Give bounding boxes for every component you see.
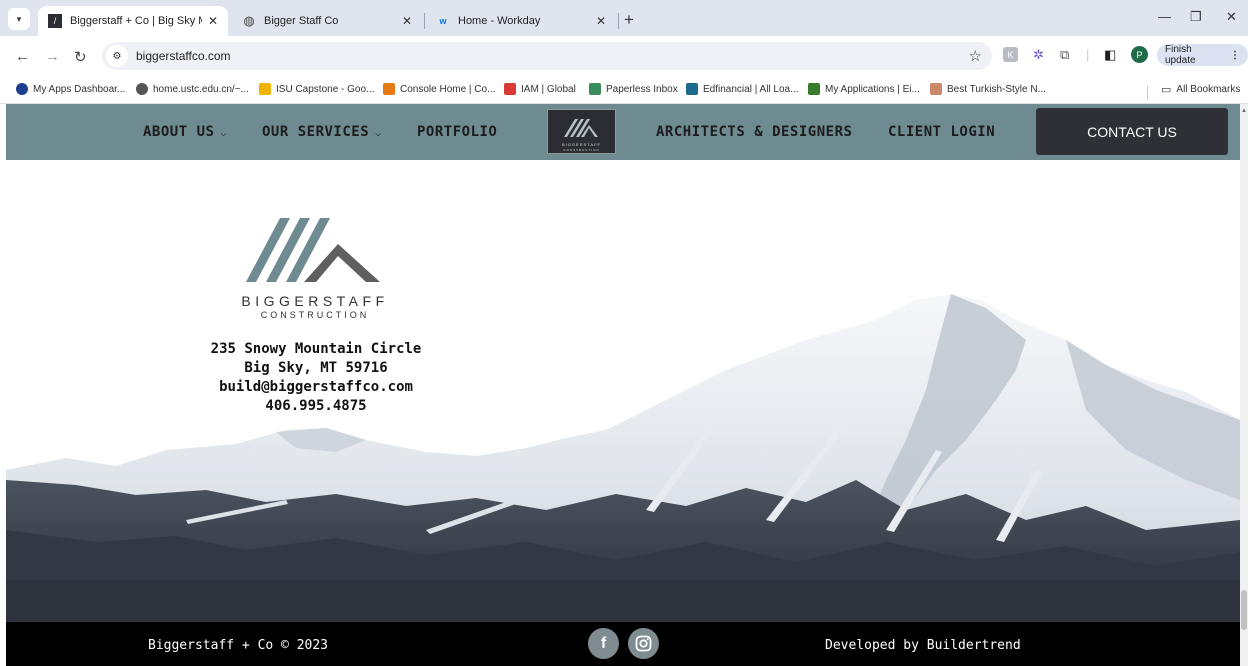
logo-mark-icon [564,119,598,137]
tab-biggerstaff[interactable]: / Biggerstaff + Co | Big Sky Mont ✕ [38,6,228,36]
close-tab-icon[interactable]: ✕ [402,14,412,28]
brand-subtitle: CONSTRUCTION [260,310,370,320]
mountain-landscape-image [6,294,1240,622]
address-bar[interactable]: ⚙ biggerstaffco.com ☆ [102,42,992,70]
bookmarks-divider [1147,86,1148,100]
tab-strip: ▾ / Biggerstaff + Co | Big Sky Mont ✕ ◍ … [0,0,1248,36]
bookmark-item[interactable]: Console Home | Co... [383,83,495,95]
reload-icon[interactable]: ↻ [74,48,87,66]
close-tab-icon[interactable]: ✕ [208,14,218,28]
restore-icon[interactable]: ❐ [1190,9,1202,25]
profile-avatar[interactable]: P [1131,46,1148,63]
biggerstaff-logo-icon [246,218,380,282]
contact-address-block: 235 Snowy Mountain Circle Big Sky, MT 59… [166,340,466,416]
bookmark-item[interactable]: My Apps Dashboar... [16,83,125,95]
drive-icon [259,83,271,95]
nav-our-services[interactable]: OUR SERVICES ⌵ [262,124,382,140]
recipe-icon [930,83,942,95]
bookmark-item[interactable]: My Applications | Ei... [808,83,920,95]
browser-toolbar: ← → ↻ ⚙ biggerstaffco.com ☆ K ✲ ⧉ | ◧ P … [0,36,1248,80]
bookmark-item[interactable]: ISU Capstone - Goo... [259,83,374,95]
bookmark-item[interactable]: Edfinancial | All Loa... [686,83,798,95]
url-text: biggerstaffco.com [136,49,231,63]
globe-icon: ◍ [243,13,255,28]
folder-icon: ▭ [1161,84,1172,96]
tab-search-chevron-icon[interactable]: ▾ [8,8,30,30]
all-bookmarks-button[interactable]: ▭ All Bookmarks [1161,83,1240,96]
tab-title: Home - Workday [458,15,541,27]
biggerstaff-logo-icon: / [48,14,62,28]
chevron-down-icon: ⌵ [220,128,227,139]
bookmark-item[interactable]: Paperless Inbox [589,83,678,95]
brand-name: BIGGERSTAFF [241,293,389,309]
nav-logo-subtext: CONSTRUCTION [563,148,600,152]
toolbar-divider: | [1086,47,1090,62]
extension-snowflake-icon[interactable]: ✲ [1033,47,1044,63]
new-tab-button[interactable]: + [624,10,634,30]
scroll-up-arrow-icon[interactable]: ▲ [1241,108,1247,114]
more-menu-icon[interactable]: ⋮ [1230,50,1240,61]
workday-icon: w [439,16,447,26]
bookmark-item[interactable]: home.ustc.edu.cn/~... [136,83,249,95]
side-panel-icon[interactable]: ◧ [1104,47,1116,63]
chevron-down-icon: ⌵ [375,128,382,139]
bookmark-star-icon[interactable]: ☆ [969,47,982,65]
finish-update-label: Finish update [1165,44,1196,66]
tab-workday[interactable]: w Home - Workday ✕ [426,6,616,36]
scrollbar-thumb[interactable] [1241,590,1247,630]
nav-about-us[interactable]: ABOUT US ⌵ [143,124,227,140]
instagram-glyph-icon [635,635,652,652]
bookmark-item[interactable]: IAM | Global [504,83,576,95]
developed-by-text: Developed by Buildertrend [825,638,1021,653]
tab-bigger-staff[interactable]: ◍ Bigger Staff Co ✕ [232,6,422,36]
website-viewport: ABOUT US ⌵ OUR SERVICES ⌵ PORTFOLIO BIGGER… [6,104,1240,666]
phone-link[interactable]: 406.995.4875 [166,397,466,416]
site-settings-icon[interactable]: ⚙ [106,45,128,67]
close-window-icon[interactable]: ✕ [1226,9,1237,25]
nav-logo[interactable]: BIGGERSTAFF CONSTRUCTION [547,109,616,154]
bookmarks-bar: My Apps Dashboar... home.ustc.edu.cn/~..… [0,80,1248,104]
tab-title: Biggerstaff + Co | Big Sky Mont [70,15,202,27]
facebook-icon[interactable]: f [588,628,619,659]
globe-icon [136,83,148,95]
bookmark-item[interactable]: Best Turkish-Style N... [930,83,1046,95]
site-footer: Biggerstaff + Co © 2023 f Developed by B… [6,622,1240,666]
tab-divider [424,13,425,29]
tab-title: Bigger Staff Co [264,15,339,27]
extensions-puzzle-icon[interactable]: ⧉ [1060,47,1069,63]
paperless-icon [589,83,601,95]
page-scrollbar[interactable] [1240,104,1248,666]
minimize-icon[interactable]: — [1158,9,1171,24]
finish-update-button[interactable]: Finish update ⋮ [1157,44,1248,66]
tab-divider [618,13,619,29]
deere-icon [808,83,820,95]
instagram-icon[interactable] [628,628,659,659]
email-link[interactable]: build@biggerstaffco.com [166,378,466,397]
nav-client-login[interactable]: CLIENT LOGIN [888,124,995,140]
okta-icon [16,83,28,95]
back-icon[interactable]: ← [15,48,30,65]
aws-icon [383,83,395,95]
nav-architects-designers[interactable]: ARCHITECTS & DESIGNERS [656,124,852,140]
copyright-text: Biggerstaff + Co © 2023 [148,638,329,653]
edfinancial-icon [686,83,698,95]
site-nav: ABOUT US ⌵ OUR SERVICES ⌵ PORTFOLIO BIGGER… [6,104,1240,160]
iam-icon [504,83,516,95]
address-city: Big Sky, MT 59716 [244,360,388,376]
forward-icon[interactable]: → [45,48,60,65]
address-street: 235 Snowy Mountain Circle [210,341,422,357]
nav-logo-text: BIGGERSTAFF [562,142,601,147]
close-tab-icon[interactable]: ✕ [596,14,606,28]
extension-k-icon[interactable]: K [1003,47,1018,62]
nav-portfolio[interactable]: PORTFOLIO [417,124,497,140]
contact-us-button[interactable]: CONTACT US [1036,108,1228,155]
